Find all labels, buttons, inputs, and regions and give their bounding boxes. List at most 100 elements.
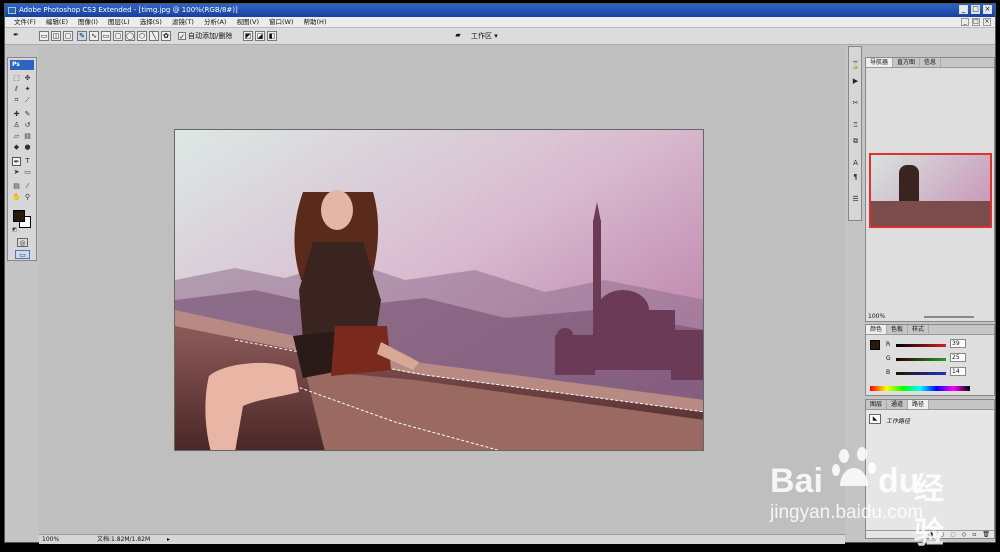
close-button[interactable]: × — [983, 5, 992, 14]
tab-layers[interactable]: 图层 — [866, 400, 888, 409]
menu-file[interactable]: 文件(F) — [9, 17, 41, 27]
color-fg-swatch[interactable] — [870, 340, 880, 350]
line-shape-icon[interactable]: ╲ — [149, 31, 159, 41]
menu-view[interactable]: 视图(V) — [231, 17, 264, 27]
brushes-icon[interactable]: ✂ — [851, 99, 860, 108]
make-path-icon[interactable]: ◇ — [962, 531, 967, 539]
history-brush-icon[interactable]: ↺ — [23, 121, 32, 130]
zoom-slider[interactable] — [924, 316, 974, 318]
polygon-shape-icon[interactable]: ⬡ — [137, 31, 147, 41]
custom-shape-icon[interactable]: ✿ — [161, 31, 171, 41]
minimize-button[interactable]: _ — [959, 5, 968, 14]
doc-minimize-button[interactable]: _ — [961, 18, 969, 26]
clone-stamp-icon[interactable]: ♙ — [12, 121, 21, 130]
window-title: Adobe Photoshop CS3 Extended - [timg.jpg… — [19, 6, 238, 14]
slice-tool-icon[interactable]: ⟋ — [23, 96, 32, 105]
default-colors-icon[interactable]: ◩ — [10, 226, 19, 235]
tab-color[interactable]: 颜色 — [866, 325, 888, 334]
character-icon[interactable]: A — [851, 159, 860, 168]
rectangle-tool-icon[interactable]: ▭ — [23, 168, 32, 177]
palette-well-icon[interactable]: ▰ — [453, 31, 463, 41]
work-path-item[interactable]: 工作路径 — [886, 416, 910, 425]
new-path-icon[interactable]: ▫ — [972, 531, 976, 539]
maximize-button[interactable]: □ — [971, 5, 980, 14]
menu-analysis[interactable]: 分析(A) — [199, 17, 232, 27]
r-value-field[interactable]: 39 — [950, 339, 966, 348]
path-subtract-icon[interactable]: ◪ — [255, 31, 265, 41]
shape-layers-icon[interactable]: ▭ — [39, 31, 49, 41]
r-slider[interactable] — [896, 344, 946, 347]
foreground-color-swatch[interactable] — [13, 210, 25, 222]
menu-bar: 文件(F) 编辑(E) 图像(I) 图层(L) 选择(S) 滤镜(T) 分析(A… — [5, 17, 995, 28]
pen-tool-icon[interactable]: ✒ — [11, 31, 21, 41]
doc-close-button[interactable]: × — [983, 18, 991, 26]
tab-channels[interactable]: 通道 — [887, 400, 909, 409]
rounded-rectangle-icon[interactable]: ▢ — [113, 31, 123, 41]
hand-tool-icon[interactable]: ✋ — [12, 193, 21, 202]
delete-path-icon[interactable]: 🗑 — [982, 531, 990, 539]
g-slider[interactable] — [896, 358, 946, 361]
menu-image[interactable]: 图像(I) — [73, 17, 103, 27]
tool-presets-icon[interactable]: ♖ — [851, 121, 860, 130]
blur-tool-icon[interactable]: ◆ — [12, 143, 21, 152]
crop-tool-icon[interactable]: ⌗ — [12, 96, 21, 105]
lasso-tool-icon[interactable]: ℓ — [12, 85, 21, 94]
eyedropper-icon[interactable]: ⁄ — [23, 182, 32, 191]
tab-info[interactable]: 信息 — [920, 58, 942, 67]
navigator-thumbnail[interactable] — [869, 153, 992, 228]
tab-swatches[interactable]: 色板 — [887, 325, 909, 334]
clone-source-icon[interactable]: ⧉ — [851, 137, 860, 146]
healing-brush-icon[interactable]: ✚ — [12, 110, 21, 119]
history-icon[interactable]: ⌛ — [851, 61, 860, 70]
menu-select[interactable]: 选择(S) — [135, 17, 167, 27]
tab-histogram[interactable]: 直方图 — [893, 58, 921, 67]
paths-mode-icon[interactable]: ◫ — [51, 31, 61, 41]
actions-icon[interactable]: ▶ — [851, 77, 860, 86]
path-intersect-icon[interactable]: ◧ — [267, 31, 277, 41]
move-tool-icon[interactable]: ✥ — [23, 74, 32, 83]
freeform-pen-icon[interactable]: ∿ — [89, 31, 99, 41]
type-tool-icon[interactable]: T — [23, 157, 32, 166]
menu-edit[interactable]: 编辑(E) — [41, 17, 73, 27]
menu-window[interactable]: 窗口(W) — [264, 17, 299, 27]
notes-tool-icon[interactable]: ▤ — [12, 182, 21, 191]
layer-comps-icon[interactable]: ☰ — [851, 195, 860, 204]
auto-add-delete-checkbox[interactable]: ✓ — [178, 32, 186, 41]
b-slider[interactable] — [896, 372, 946, 375]
fill-pixels-icon[interactable]: ▢ — [63, 31, 73, 41]
screen-mode-icon[interactable]: ▭ — [15, 250, 30, 259]
magic-wand-icon[interactable]: ✦ — [23, 85, 32, 94]
zoom-level[interactable]: 100% — [42, 535, 59, 544]
b-value-field[interactable]: 14 — [950, 367, 966, 376]
color-spectrum-bar[interactable] — [870, 386, 970, 391]
ps-app-icon — [8, 7, 16, 14]
paragraph-icon[interactable]: ¶ — [851, 173, 860, 182]
menu-filter[interactable]: 滤镜(T) — [167, 17, 199, 27]
tab-styles[interactable]: 样式 — [908, 325, 930, 334]
zoom-tool-icon[interactable]: ⚲ — [23, 193, 32, 202]
path-add-icon[interactable]: ◩ — [243, 31, 253, 41]
status-arrow-icon[interactable]: ▸ — [167, 535, 170, 544]
tab-paths[interactable]: 路径 — [908, 400, 930, 409]
quick-mask-icon[interactable]: ◎ — [17, 238, 28, 247]
document-image[interactable] — [174, 129, 704, 451]
canvas-area[interactable] — [39, 46, 845, 534]
tab-navigator[interactable]: 导航器 — [866, 58, 894, 67]
gradient-tool-icon[interactable]: ▤ — [23, 132, 32, 141]
brush-tool-icon[interactable]: ✎ — [23, 110, 32, 119]
pen-tool-icon[interactable]: ✒ — [12, 157, 21, 166]
ellipse-shape-icon[interactable]: ◯ — [125, 31, 135, 41]
g-value-field[interactable]: 25 — [950, 353, 966, 362]
rectangle-shape-icon[interactable]: ▭ — [101, 31, 111, 41]
menu-layer[interactable]: 图层(L) — [103, 17, 135, 27]
menu-help[interactable]: 帮助(H) — [299, 17, 332, 27]
path-selection-icon[interactable]: ➤ — [12, 168, 21, 177]
pen-option-icon[interactable]: ✎ — [77, 31, 87, 41]
document-info[interactable]: 文档:1.82M/1.82M — [97, 535, 150, 544]
dodge-tool-icon[interactable]: ● — [23, 143, 32, 152]
navigator-zoom[interactable]: 100% — [868, 313, 885, 320]
doc-restore-button[interactable]: □ — [972, 18, 980, 26]
marquee-tool-icon[interactable]: ⬚ — [12, 74, 21, 83]
eraser-tool-icon[interactable]: ▱ — [12, 132, 21, 141]
workspace-button[interactable]: 工作区 ▾ — [471, 31, 498, 41]
